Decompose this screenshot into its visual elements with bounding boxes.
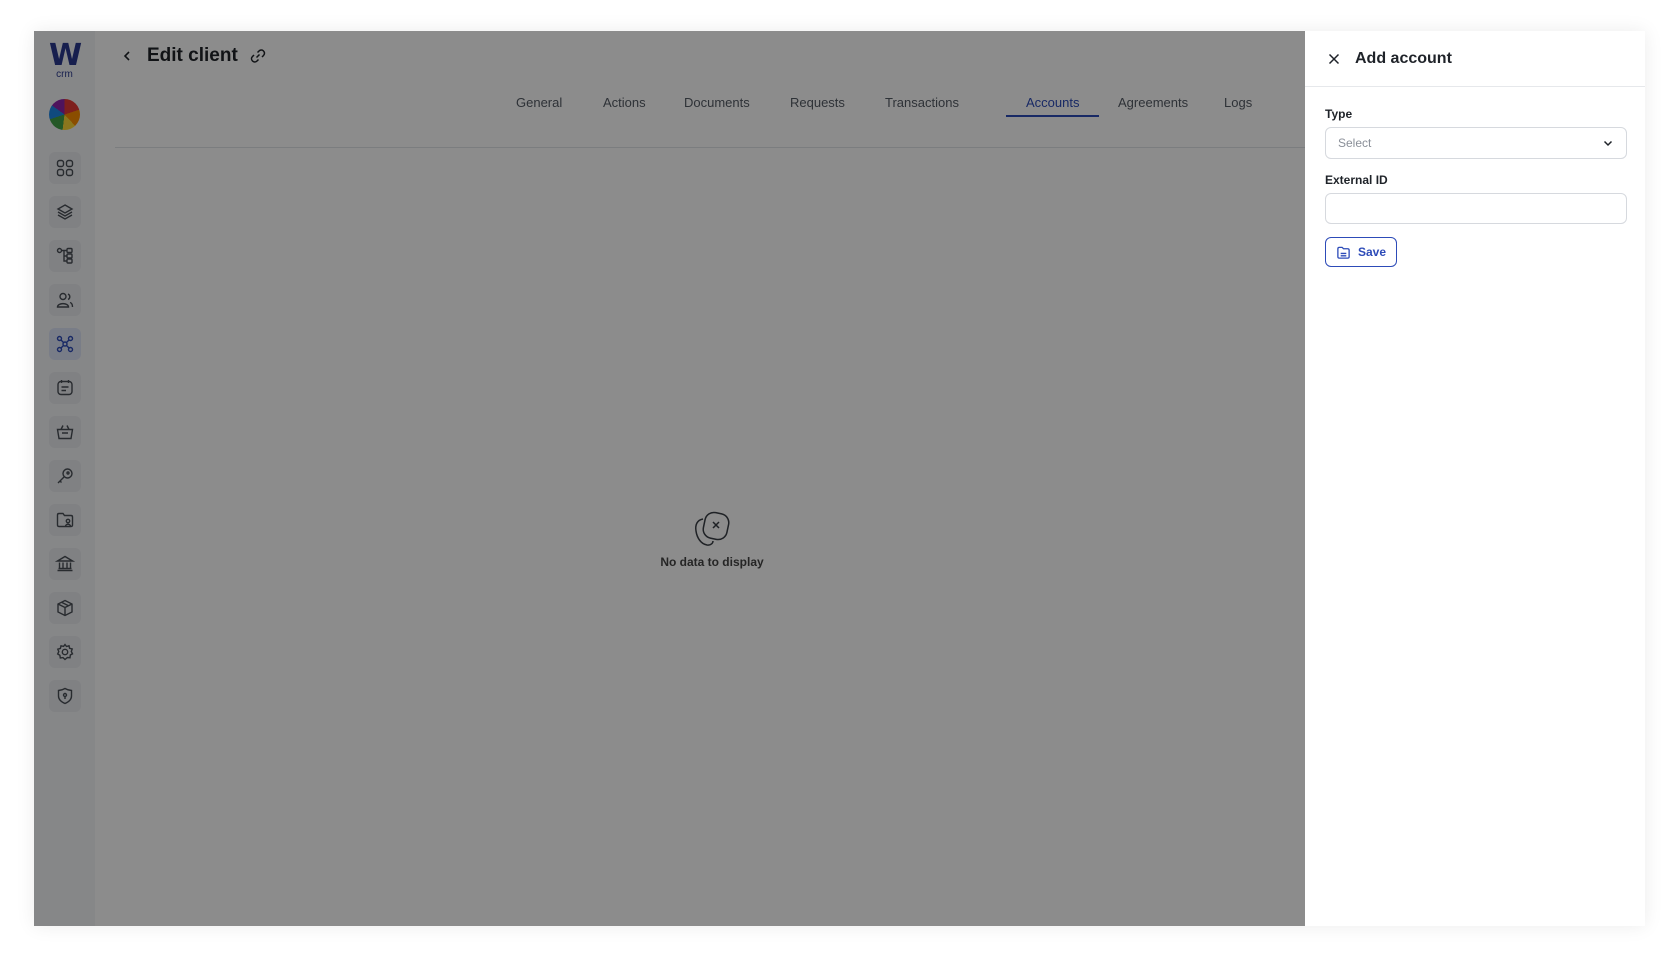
save-button[interactable]: Save [1325,237,1398,267]
close-button[interactable] [1325,50,1343,68]
save-button-label: Save [1358,245,1387,259]
panel-title: Add account [1355,49,1452,67]
modal-backdrop[interactable] [34,31,1305,926]
add-account-panel: Add account Type Select External ID Save [1305,31,1645,926]
type-label: Type [1325,107,1353,121]
type-select-value: Select [1338,136,1372,150]
external-id-label: External ID [1325,173,1388,187]
panel-header: Add account [1305,31,1645,87]
external-id-input[interactable] [1325,193,1627,224]
app-window: W crm Edit client General Actions Docume… [34,31,1645,926]
save-icon [1337,246,1350,259]
chevron-down-icon [1603,140,1613,147]
panel-form: Type Select External ID Save [1305,87,1645,267]
main-app: W crm Edit client General Actions Docume… [34,31,1305,926]
type-select[interactable]: Select [1325,127,1627,159]
close-icon [1328,53,1340,64]
